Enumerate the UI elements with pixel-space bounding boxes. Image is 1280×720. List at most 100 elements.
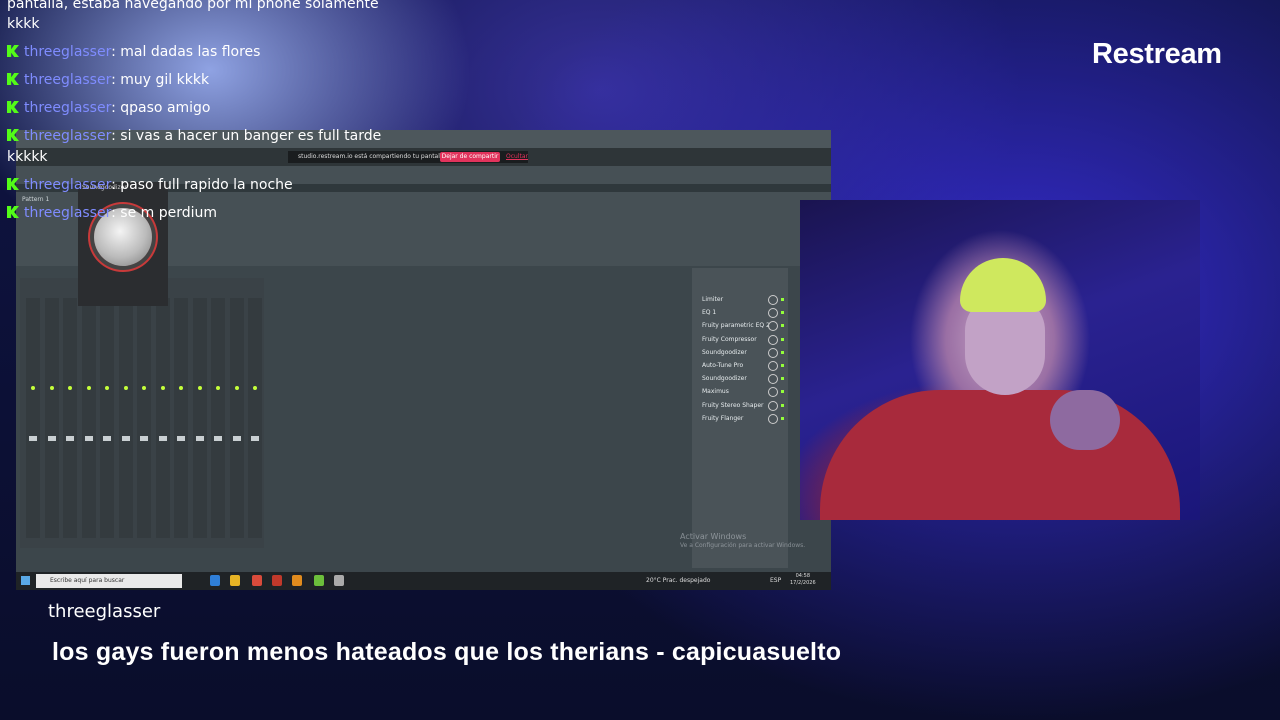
mixer-strip[interactable] — [118, 298, 133, 538]
weather-status[interactable]: 20°C Prac. despejado — [646, 577, 710, 584]
mixer-fader[interactable] — [232, 436, 241, 441]
fx-mix-knob[interactable] — [768, 321, 778, 332]
mixer-fader[interactable] — [47, 436, 56, 441]
fx-slot-label: Soundgoodizer — [702, 348, 747, 356]
fx-enable-led[interactable] — [781, 311, 784, 315]
mixer-panel — [20, 278, 264, 548]
fx-slot[interactable]: Fruity Compressor — [696, 334, 784, 345]
mixer-fx-chain: Limiter EQ 1 Fruity parametric EQ 2 Fruity … — [692, 268, 788, 568]
mixer-strip-led — [179, 386, 183, 390]
language-indicator[interactable]: ESP — [770, 577, 781, 584]
clock-date: 17/2/2026 — [790, 580, 816, 586]
mixer-strip[interactable] — [81, 298, 96, 538]
fx-mix-knob[interactable] — [768, 308, 778, 319]
fx-mix-knob[interactable] — [768, 295, 778, 305]
fx-slot[interactable]: Soundgoodizer — [696, 373, 784, 385]
mixer-strip-led — [123, 386, 128, 390]
chat-message: threeglasser: si vas a hacer un banger e… — [7, 126, 381, 146]
chat-text: mal dadas las flores — [120, 44, 261, 60]
mixer-strip[interactable] — [100, 298, 114, 538]
fx-mix-knob[interactable] — [768, 361, 778, 371]
fx-slot[interactable]: Fruity Flanger — [696, 413, 784, 424]
mixer-strip-led — [31, 386, 35, 390]
chat-username: threeglasser — [24, 177, 112, 193]
stop-sharing-button[interactable]: Dejar de compartir — [440, 152, 500, 162]
mixer-fader[interactable] — [140, 436, 148, 441]
mouse-app-icon[interactable] — [334, 575, 344, 586]
screen-share: studio.restream.io está compartiendo tu … — [16, 130, 831, 590]
mixer-strip[interactable] — [229, 298, 244, 538]
fl-studio-icon[interactable] — [292, 575, 302, 586]
mixer-fader[interactable] — [84, 436, 93, 441]
fx-mix-knob[interactable] — [768, 334, 778, 345]
fx-enable-led[interactable] — [781, 390, 784, 394]
person-jacket — [820, 390, 1180, 520]
chat-text: muy gil kkkk — [120, 72, 210, 88]
mixer-strip[interactable] — [155, 298, 170, 538]
chat-partial-line: pantalla, estaba navegando por mi phone … — [7, 0, 379, 12]
mixer-fader[interactable] — [121, 436, 130, 441]
fx-enable-led[interactable] — [781, 403, 784, 407]
app-icon[interactable] — [314, 575, 324, 586]
opera-icon[interactable] — [272, 575, 282, 586]
taskbar-search-input[interactable]: Escribe aquí para buscar — [36, 574, 182, 588]
fx-slot[interactable]: Fruity parametric EQ 2 — [696, 320, 784, 332]
person-hand — [1050, 390, 1120, 450]
taskbar-search-placeholder: Escribe aquí para buscar — [50, 577, 125, 584]
chrome-icon[interactable] — [252, 575, 262, 586]
kick-icon — [7, 45, 19, 57]
mixer-strip[interactable] — [248, 298, 262, 538]
mixer-strip[interactable] — [137, 298, 151, 538]
fx-mix-knob[interactable] — [768, 387, 778, 398]
fx-enable-led[interactable] — [781, 416, 784, 420]
fx-slot[interactable]: Limiter — [696, 294, 784, 305]
fx-mix-knob[interactable] — [768, 374, 778, 385]
fx-slot[interactable]: Soundgoodizer — [696, 347, 784, 358]
fx-enable-led[interactable] — [781, 298, 784, 301]
restream-logo: Restream — [1092, 38, 1222, 70]
chat-username: threeglasser — [24, 72, 112, 88]
chat-username: threeglasser — [24, 100, 112, 116]
edge-icon[interactable] — [210, 575, 220, 586]
mixer-strip[interactable] — [211, 298, 225, 538]
fx-enable-led[interactable] — [781, 324, 784, 328]
mixer-fader[interactable] — [103, 436, 111, 441]
mixer-strip[interactable] — [26, 298, 40, 538]
folder-icon[interactable] — [230, 575, 240, 586]
mixer-fader[interactable] — [195, 436, 204, 441]
fx-slot[interactable]: Fruity Stereo Shaper — [696, 400, 784, 411]
fx-enable-led[interactable] — [781, 350, 784, 354]
windows-start-icon[interactable] — [21, 576, 30, 585]
fx-enable-led[interactable] — [781, 364, 784, 367]
fx-mix-knob[interactable] — [768, 347, 778, 358]
mixer-fader[interactable] — [251, 436, 259, 441]
mixer-fader[interactable] — [29, 436, 37, 441]
mixer-fader[interactable] — [158, 436, 167, 441]
fx-slot[interactable]: Auto-Tune Pro — [696, 360, 784, 371]
chat-message: threeglasser: mal dadas las flores — [7, 42, 260, 62]
mixer-strip[interactable] — [44, 298, 59, 538]
mixer-fader[interactable] — [177, 436, 185, 441]
fx-slot-label: Limiter — [702, 296, 724, 303]
mixer-fader[interactable] — [66, 436, 74, 441]
taskbar-clock[interactable]: 04:58 17/2/2026 — [790, 573, 816, 587]
chat-text-continued: kkkkk — [7, 149, 48, 165]
chat-message: threeglasser: muy gil kkkk — [7, 70, 209, 90]
fx-enable-led[interactable] — [781, 377, 784, 381]
fx-enable-led[interactable] — [781, 337, 784, 341]
mixer-strip[interactable] — [63, 298, 77, 538]
pattern-label: Pattern 1 — [22, 196, 50, 203]
mixer-strip[interactable] — [174, 298, 188, 538]
fx-mix-knob[interactable] — [768, 413, 778, 424]
fx-slot[interactable]: EQ 1 — [696, 307, 784, 319]
mixer-fader[interactable] — [214, 436, 222, 441]
hide-notification-link[interactable]: Ocultar — [506, 151, 528, 163]
mixer-strip-led — [68, 386, 72, 390]
kick-icon — [7, 73, 19, 85]
mixer-strip-led — [160, 386, 165, 390]
windows-taskbar: Escribe aquí para buscar 20°C Prac. desp… — [16, 572, 831, 590]
mixer-strip-led — [142, 386, 146, 390]
fx-slot[interactable]: Maximus — [696, 386, 784, 398]
mixer-strip[interactable] — [192, 298, 207, 538]
fx-mix-knob[interactable] — [768, 400, 778, 411]
